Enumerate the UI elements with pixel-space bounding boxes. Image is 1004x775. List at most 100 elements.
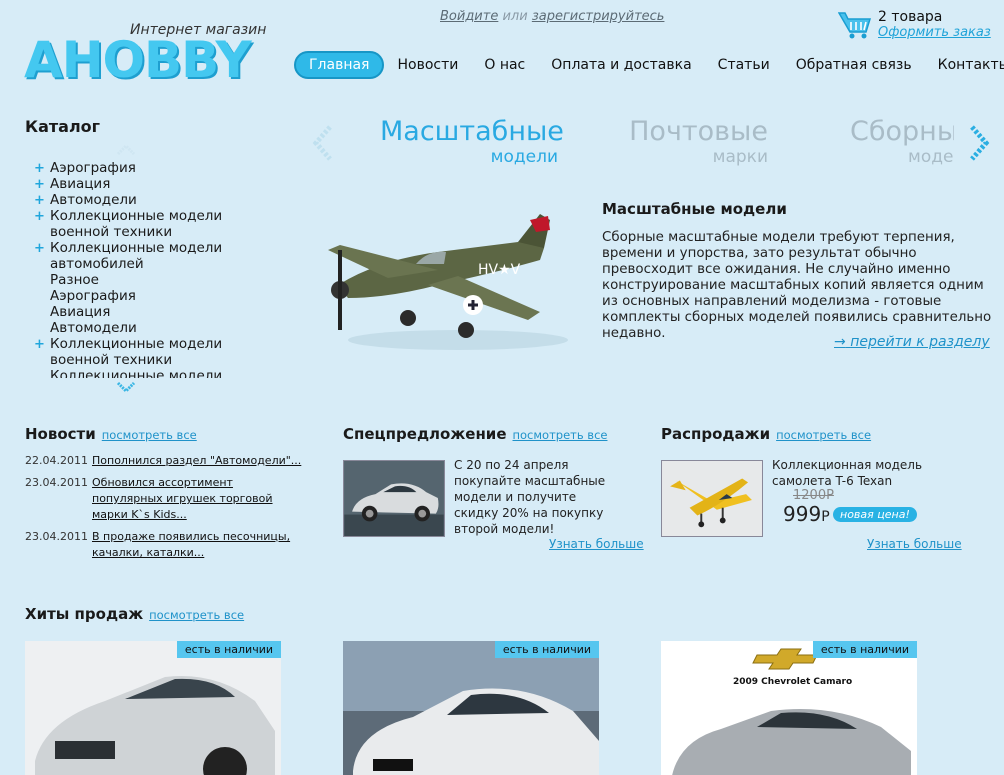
airplane-t6-image[interactable] bbox=[661, 460, 763, 537]
login-link[interactable]: Войдите bbox=[440, 9, 498, 24]
plus-icon[interactable]: + bbox=[34, 209, 45, 225]
hit-product-card[interactable]: есть в наличии 2009 Chevrolet Camaro bbox=[661, 641, 917, 775]
catalog-item-label: Авиация bbox=[50, 304, 111, 320]
nav-item-home[interactable]: Главная bbox=[294, 51, 385, 79]
news-link[interactable]: В продаже появились песочницы, качалки, … bbox=[92, 529, 322, 561]
special-learn-more-link[interactable]: Узнать больше bbox=[549, 537, 644, 551]
catalog-item[interactable]: + Аэрография bbox=[34, 160, 234, 176]
news-item: 23.04.2011 Обновился ассортимент популяр… bbox=[25, 475, 325, 523]
catalog-item[interactable]: Разное bbox=[34, 272, 234, 288]
sale-new-price: 999Р bbox=[783, 502, 830, 526]
nav-item-news[interactable]: Новости bbox=[384, 51, 471, 79]
catalog-item[interactable]: + Коллекционные модели автомобилей bbox=[34, 240, 234, 272]
catalog-item-label: Аэрография bbox=[50, 160, 136, 176]
auth-or: или bbox=[502, 9, 528, 24]
auth-links: Войдите или зарегистрируйтесь bbox=[440, 9, 664, 24]
plus-icon[interactable]: + bbox=[34, 177, 45, 193]
special-section-title: Спецпредложение посмотреть все bbox=[343, 425, 607, 443]
nav-item-feedback[interactable]: Обратная связь bbox=[783, 51, 925, 79]
sale-product-name[interactable]: Коллекционная модель самолета T-6 Texan bbox=[772, 457, 952, 489]
feature-description: Сборные масштабные модели требуют терпен… bbox=[602, 230, 992, 341]
plus-icon[interactable]: + bbox=[34, 337, 45, 353]
catalog-item[interactable]: + Коллекционные модели военной техники bbox=[34, 208, 234, 240]
carousel-tab-postage-stamps[interactable]: Почтовые марки bbox=[600, 116, 768, 166]
catalog-item[interactable]: Автомодели bbox=[34, 320, 234, 336]
catalog-item[interactable]: + Автомодели bbox=[34, 192, 234, 208]
carousel-tab-scale-models[interactable]: Масштабные модели bbox=[380, 116, 564, 166]
catalog-item-label: Автомодели bbox=[50, 320, 137, 336]
news-see-all-link[interactable]: посмотреть все bbox=[102, 428, 197, 442]
nav-item-about[interactable]: О нас bbox=[471, 51, 538, 79]
sale-old-price: 1200Р bbox=[793, 488, 834, 503]
currency-symbol: Р bbox=[821, 509, 830, 525]
catalog-item-label: Коллекционные модели bbox=[50, 368, 223, 378]
hits-section-title: Хиты продаж посмотреть все bbox=[25, 605, 244, 623]
hits-title: Хиты продаж bbox=[25, 605, 144, 623]
feature-title: Масштабные модели bbox=[602, 200, 787, 218]
news-date: 23.04.2011 bbox=[25, 476, 88, 489]
carousel-tab-title: Масштабные bbox=[380, 116, 564, 147]
chevron-up-icon[interactable] bbox=[116, 143, 136, 155]
sale-section-title: Распродажи посмотреть все bbox=[661, 425, 871, 443]
chevron-down-icon[interactable] bbox=[116, 381, 136, 393]
go-to-section-link[interactable]: → перейти к разделу bbox=[834, 334, 990, 350]
news-item: 22.04.2011 Пополнился раздел "Автомодели… bbox=[25, 453, 325, 469]
catalog-item[interactable]: Коллекционные модели bbox=[34, 368, 234, 378]
sale-title: Распродажи bbox=[661, 425, 771, 443]
carousel-tab-title: Сборные bbox=[850, 116, 954, 147]
hit-caption: 2009 Chevrolet Camaro bbox=[733, 677, 853, 687]
hit-product-card[interactable]: есть в наличии bbox=[25, 641, 281, 775]
carousel-next-icon[interactable] bbox=[966, 125, 990, 161]
catalog-item-label: Разное bbox=[50, 272, 99, 288]
nav-item-articles[interactable]: Статьи bbox=[705, 51, 783, 79]
nav-item-payment-delivery[interactable]: Оплата и доставка bbox=[538, 51, 704, 79]
plus-icon[interactable]: + bbox=[34, 241, 45, 257]
news-date: 22.04.2011 bbox=[25, 454, 88, 467]
sale-learn-more-link[interactable]: Узнать больше bbox=[867, 537, 962, 551]
catalog-item-label: Коллекционные модели автомобилей bbox=[50, 240, 223, 272]
go-to-section-label: перейти к разделу bbox=[850, 334, 990, 350]
hits-see-all-link[interactable]: посмотреть все bbox=[149, 608, 244, 622]
hit-product-card[interactable]: есть в наличии bbox=[343, 641, 599, 775]
car-bmw-z4-image[interactable] bbox=[343, 460, 445, 537]
catalog-item-label: Авиация bbox=[50, 176, 111, 192]
catalog-item[interactable]: Авиация bbox=[34, 304, 234, 320]
in-stock-badge: есть в наличии bbox=[812, 641, 917, 658]
news-link[interactable]: Пополнился раздел "Автомодели"... bbox=[92, 453, 301, 469]
special-title: Спецпредложение bbox=[343, 425, 507, 443]
catalog-item[interactable]: + Коллекционные модели военной техники bbox=[34, 336, 234, 368]
catalog-item[interactable]: + Авиация bbox=[34, 176, 234, 192]
airplane-model-image[interactable]: HV★V bbox=[318, 190, 588, 360]
car-camaro-image bbox=[661, 641, 917, 775]
carousel-tab-subtitle: модели bbox=[908, 147, 954, 166]
news-date: 23.04.2011 bbox=[25, 530, 88, 543]
sale-price-value: 999 bbox=[783, 502, 822, 526]
catalog-item-label: Автомодели bbox=[50, 192, 137, 208]
in-stock-badge: есть в наличии bbox=[494, 641, 599, 658]
car-bmw-m3-image bbox=[343, 641, 599, 775]
nav-item-contacts[interactable]: Контакты bbox=[925, 51, 1004, 79]
arrow-right-icon: → bbox=[834, 334, 846, 350]
sale-see-all-link[interactable]: посмотреть все bbox=[776, 428, 871, 442]
register-link[interactable]: зарегистрируйтесь bbox=[532, 9, 665, 24]
plus-icon[interactable]: + bbox=[34, 193, 45, 209]
catalog-item-label: Коллекционные модели военной техники bbox=[50, 208, 223, 240]
special-see-all-link[interactable]: посмотреть все bbox=[513, 428, 608, 442]
catalog-item-label: Коллекционные модели военной техники bbox=[50, 336, 223, 368]
catalog-list: + Аэрография + Авиация + Автомодели + Коллек… bbox=[34, 160, 234, 378]
carousel-tab-kit-models[interactable]: Сборные модели bbox=[850, 116, 954, 166]
news-list: 22.04.2011 Пополнился раздел "Автомодели… bbox=[25, 453, 325, 567]
carousel-tab-subtitle: марки bbox=[712, 147, 768, 167]
checkout-link[interactable]: Оформить заказ bbox=[878, 25, 991, 40]
news-section-title: Новости посмотреть все bbox=[25, 425, 197, 443]
basket-icon[interactable] bbox=[838, 10, 872, 40]
site-logo[interactable]: AHOBBY bbox=[24, 34, 252, 86]
catalog-item[interactable]: Аэрография bbox=[34, 288, 234, 304]
special-offer-text: С 20 по 24 апреля покупайте масштабные м… bbox=[454, 458, 606, 536]
plus-icon[interactable]: + bbox=[34, 161, 45, 177]
svg-text:HV★V: HV★V bbox=[478, 262, 521, 278]
main-nav: Главная Новости О нас Оплата и доставка … bbox=[294, 51, 1004, 79]
carousel-tab-title: Почтовые bbox=[629, 116, 768, 147]
carousel-prev-icon[interactable] bbox=[312, 125, 336, 161]
news-link[interactable]: Обновился ассортимент популярных игрушек… bbox=[92, 475, 292, 523]
